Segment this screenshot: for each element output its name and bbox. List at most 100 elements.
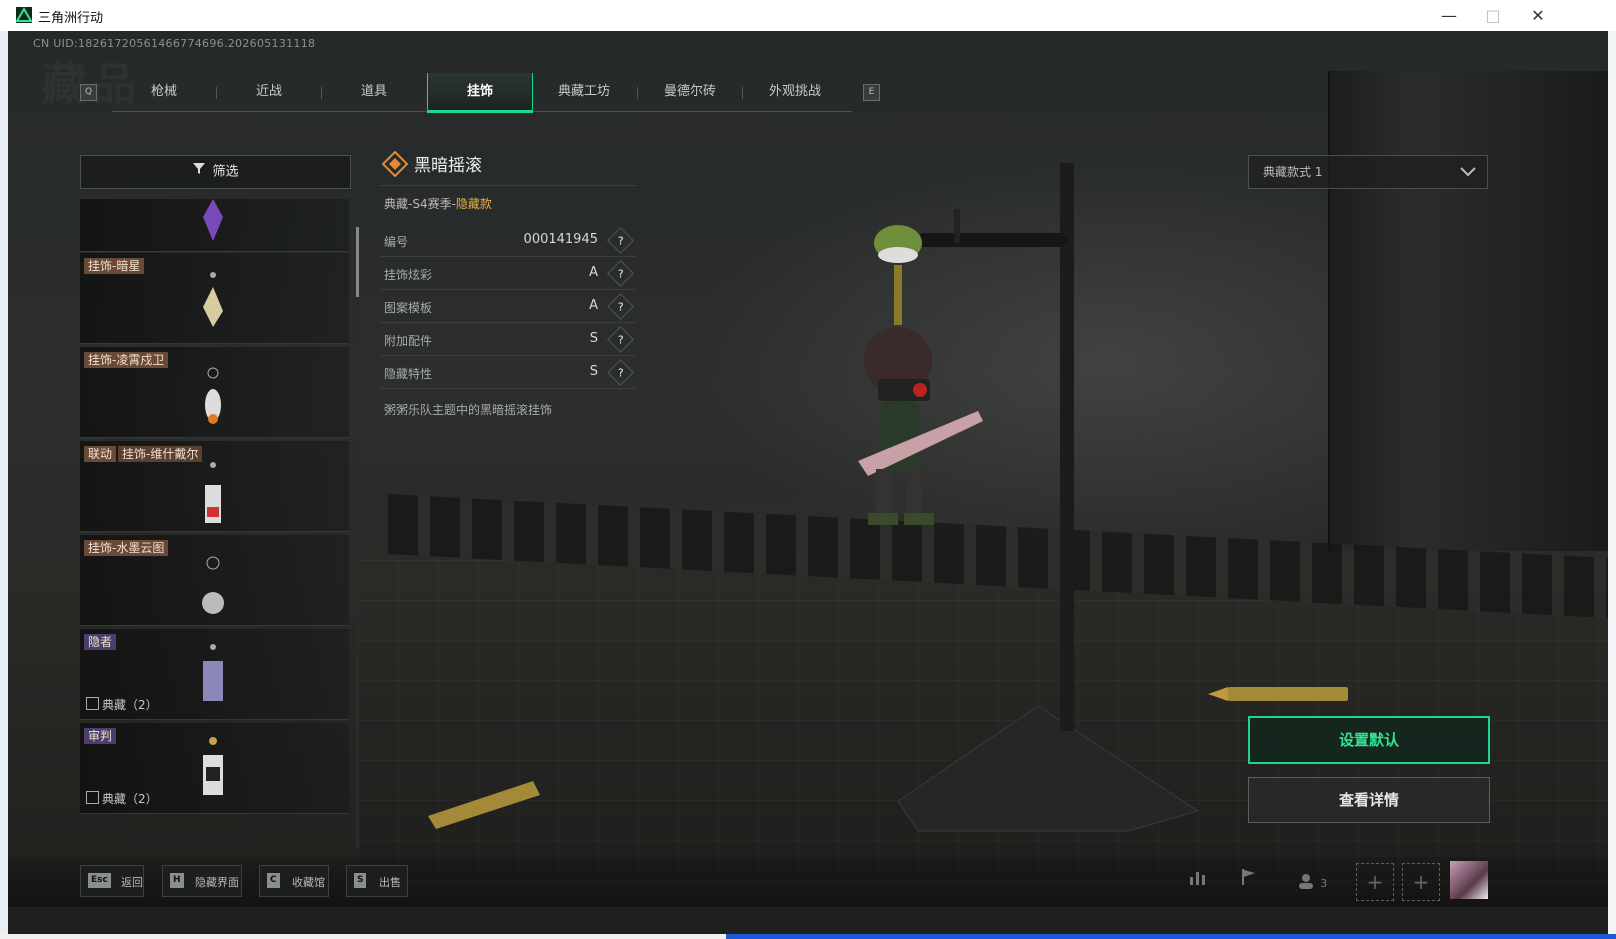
rarity-prefix: 典藏-S4赛季- <box>384 197 456 211</box>
item-collection-count: 典藏（2） <box>86 790 158 807</box>
list-item[interactable] <box>80 199 349 252</box>
invite-slot-2-plus-icon[interactable]: + <box>1402 863 1440 901</box>
item-description: 粥粥乐队主题中的黑暗摇滚挂饰 <box>384 403 553 417</box>
attr-value: 000141945 <box>523 232 598 247</box>
attr-value: S <box>589 364 598 379</box>
item-subtitle: 典藏（2） <box>102 698 158 712</box>
rarity-diamond-icon <box>382 151 408 177</box>
attr-value: A <box>589 298 598 313</box>
shortcut-hide-ui[interactable]: H 隐藏界面 <box>162 865 242 897</box>
list-item[interactable]: 隐者 典藏（2） <box>80 629 349 720</box>
attr-label: 图案模板 <box>384 301 433 315</box>
maximize-button[interactable]: □ <box>1470 0 1516 31</box>
window-title: 三角洲行动 <box>38 11 104 26</box>
bullet-decoration-2 <box>428 781 540 829</box>
view-detail-button[interactable]: 查看详情 <box>1248 777 1490 823</box>
item-tag: 挂饰-暗星 <box>84 258 145 274</box>
tab-next-key[interactable]: E <box>863 84 880 101</box>
filter-icon <box>192 156 206 188</box>
item-tag: 挂饰-水墨云图 <box>84 540 169 556</box>
rarity-highlight: 隐藏款 <box>455 197 492 211</box>
style-select-value: 典藏款式 1 <box>1263 165 1323 179</box>
taskbar-highlight <box>726 934 1616 939</box>
shortcut-label: 返回 <box>121 876 143 889</box>
item-tag: 隐者 <box>84 634 117 650</box>
list-scrollbar[interactable] <box>356 199 359 849</box>
attr-label: 编号 <box>384 235 409 249</box>
item-tag-prefix: 联动 <box>84 446 117 462</box>
pendant-thumbnail <box>205 462 221 523</box>
shortcut-label: 出售 <box>379 876 401 889</box>
pendant-thumbnail <box>203 644 223 701</box>
pendant-thumbnail <box>203 272 223 327</box>
close-button[interactable]: ✕ <box>1515 0 1561 31</box>
attr-value: A <box>589 265 598 280</box>
shortcut-key: H <box>170 873 184 888</box>
shortcut-key: C <box>267 873 280 888</box>
flag-icon[interactable] <box>1230 865 1266 899</box>
bullet-decoration <box>1208 687 1348 701</box>
app-icon <box>16 7 32 23</box>
taskbar-strip <box>0 934 1616 939</box>
list-item[interactable]: 挂饰-水墨云图 <box>80 535 349 626</box>
attr-row-color: 挂饰炫彩 A ? <box>380 257 636 290</box>
list-item[interactable]: 联动 挂饰-维什戴尔 <box>80 441 349 532</box>
filter-button[interactable]: 筛选 <box>80 155 351 189</box>
collection-icon <box>86 791 99 804</box>
attr-row-hidden-trait: 隐藏特性 S ? <box>380 356 636 389</box>
tab-prev-key[interactable]: Q <box>80 84 97 101</box>
avatar[interactable] <box>1450 861 1488 899</box>
shortcut-label: 隐藏界面 <box>195 876 239 889</box>
help-icon[interactable]: ? <box>607 293 634 320</box>
tab-pendants[interactable]: 挂饰 <box>427 73 533 113</box>
attr-row-pattern: 图案模板 A ? <box>380 290 636 323</box>
attr-label: 隐藏特性 <box>384 367 433 381</box>
tab-mandel-brick[interactable]: 曼德尔砖 <box>638 73 742 111</box>
shortcut-key: S <box>354 873 367 888</box>
desktop-edge-right <box>1608 31 1616 934</box>
filter-label: 筛选 <box>212 164 239 180</box>
item-name: 黑暗摇滚 <box>414 156 482 176</box>
invite-slot-1-plus-icon[interactable]: + <box>1356 863 1394 901</box>
party-count: 3 <box>1320 877 1328 890</box>
minimize-button[interactable]: — <box>1426 0 1472 31</box>
style-select[interactable]: 典藏款式 1 <box>1248 155 1488 189</box>
help-icon[interactable]: ? <box>607 227 634 254</box>
tab-melee[interactable]: 近战 <box>217 73 321 111</box>
shortcut-key: Esc <box>88 873 111 888</box>
help-icon[interactable]: ? <box>607 359 634 386</box>
chevron-down-icon <box>1459 156 1477 200</box>
attr-row-serial: 编号 000141945 ? <box>380 224 636 257</box>
category-tabs: 枪械 近战 道具 挂饰 典藏工坊 曼德尔砖 外观挑战 <box>112 73 852 113</box>
item-subtitle: 典藏（2） <box>102 792 158 806</box>
item-collection-count: 典藏（2） <box>86 696 158 713</box>
tab-appearance-challenge[interactable]: 外观挑战 <box>743 73 847 111</box>
list-item[interactable]: 审判 典藏（2） <box>80 723 349 814</box>
party-button[interactable]: 3 <box>1290 865 1334 899</box>
attr-value: S <box>589 331 598 346</box>
tab-items[interactable]: 道具 <box>322 73 426 111</box>
shortcut-collection-hall[interactable]: C 收藏馆 <box>259 865 329 897</box>
help-icon[interactable]: ? <box>607 260 634 287</box>
pendant-thumbnail <box>202 556 224 614</box>
game-viewport: CN UID:18261720561466774696.202605131118… <box>8 31 1608 934</box>
tab-collection-workshop[interactable]: 典藏工坊 <box>532 73 636 111</box>
pendant-thumbnail <box>205 367 221 424</box>
divider <box>380 185 636 186</box>
pendant-thumbnail <box>203 199 223 241</box>
attr-row-accessory: 附加配件 S ? <box>380 323 636 356</box>
tab-firearms[interactable]: 枪械 <box>112 73 216 111</box>
help-icon[interactable]: ? <box>607 326 634 353</box>
attr-label: 附加配件 <box>384 334 433 348</box>
item-tag: 挂饰-凌霄戍卫 <box>84 352 169 368</box>
user-icon <box>1297 872 1320 892</box>
shortcut-sell[interactable]: S 出售 <box>346 865 408 897</box>
list-item[interactable]: 挂饰-凌霄戍卫 <box>80 347 349 438</box>
pendant-list: 挂饰-暗星 挂饰-凌霄戍卫 联动 挂饰-维什戴尔 挂饰-水墨云图 隐者 典藏（2… <box>80 199 350 849</box>
shortcut-back[interactable]: Esc 返回 <box>80 865 144 897</box>
stats-icon[interactable] <box>1180 865 1216 899</box>
set-default-button[interactable]: 设置默认 <box>1248 716 1490 764</box>
scrollbar-thumb[interactable] <box>356 227 359 297</box>
desktop-edge-left <box>0 31 8 934</box>
list-item[interactable]: 挂饰-暗星 <box>80 253 349 344</box>
